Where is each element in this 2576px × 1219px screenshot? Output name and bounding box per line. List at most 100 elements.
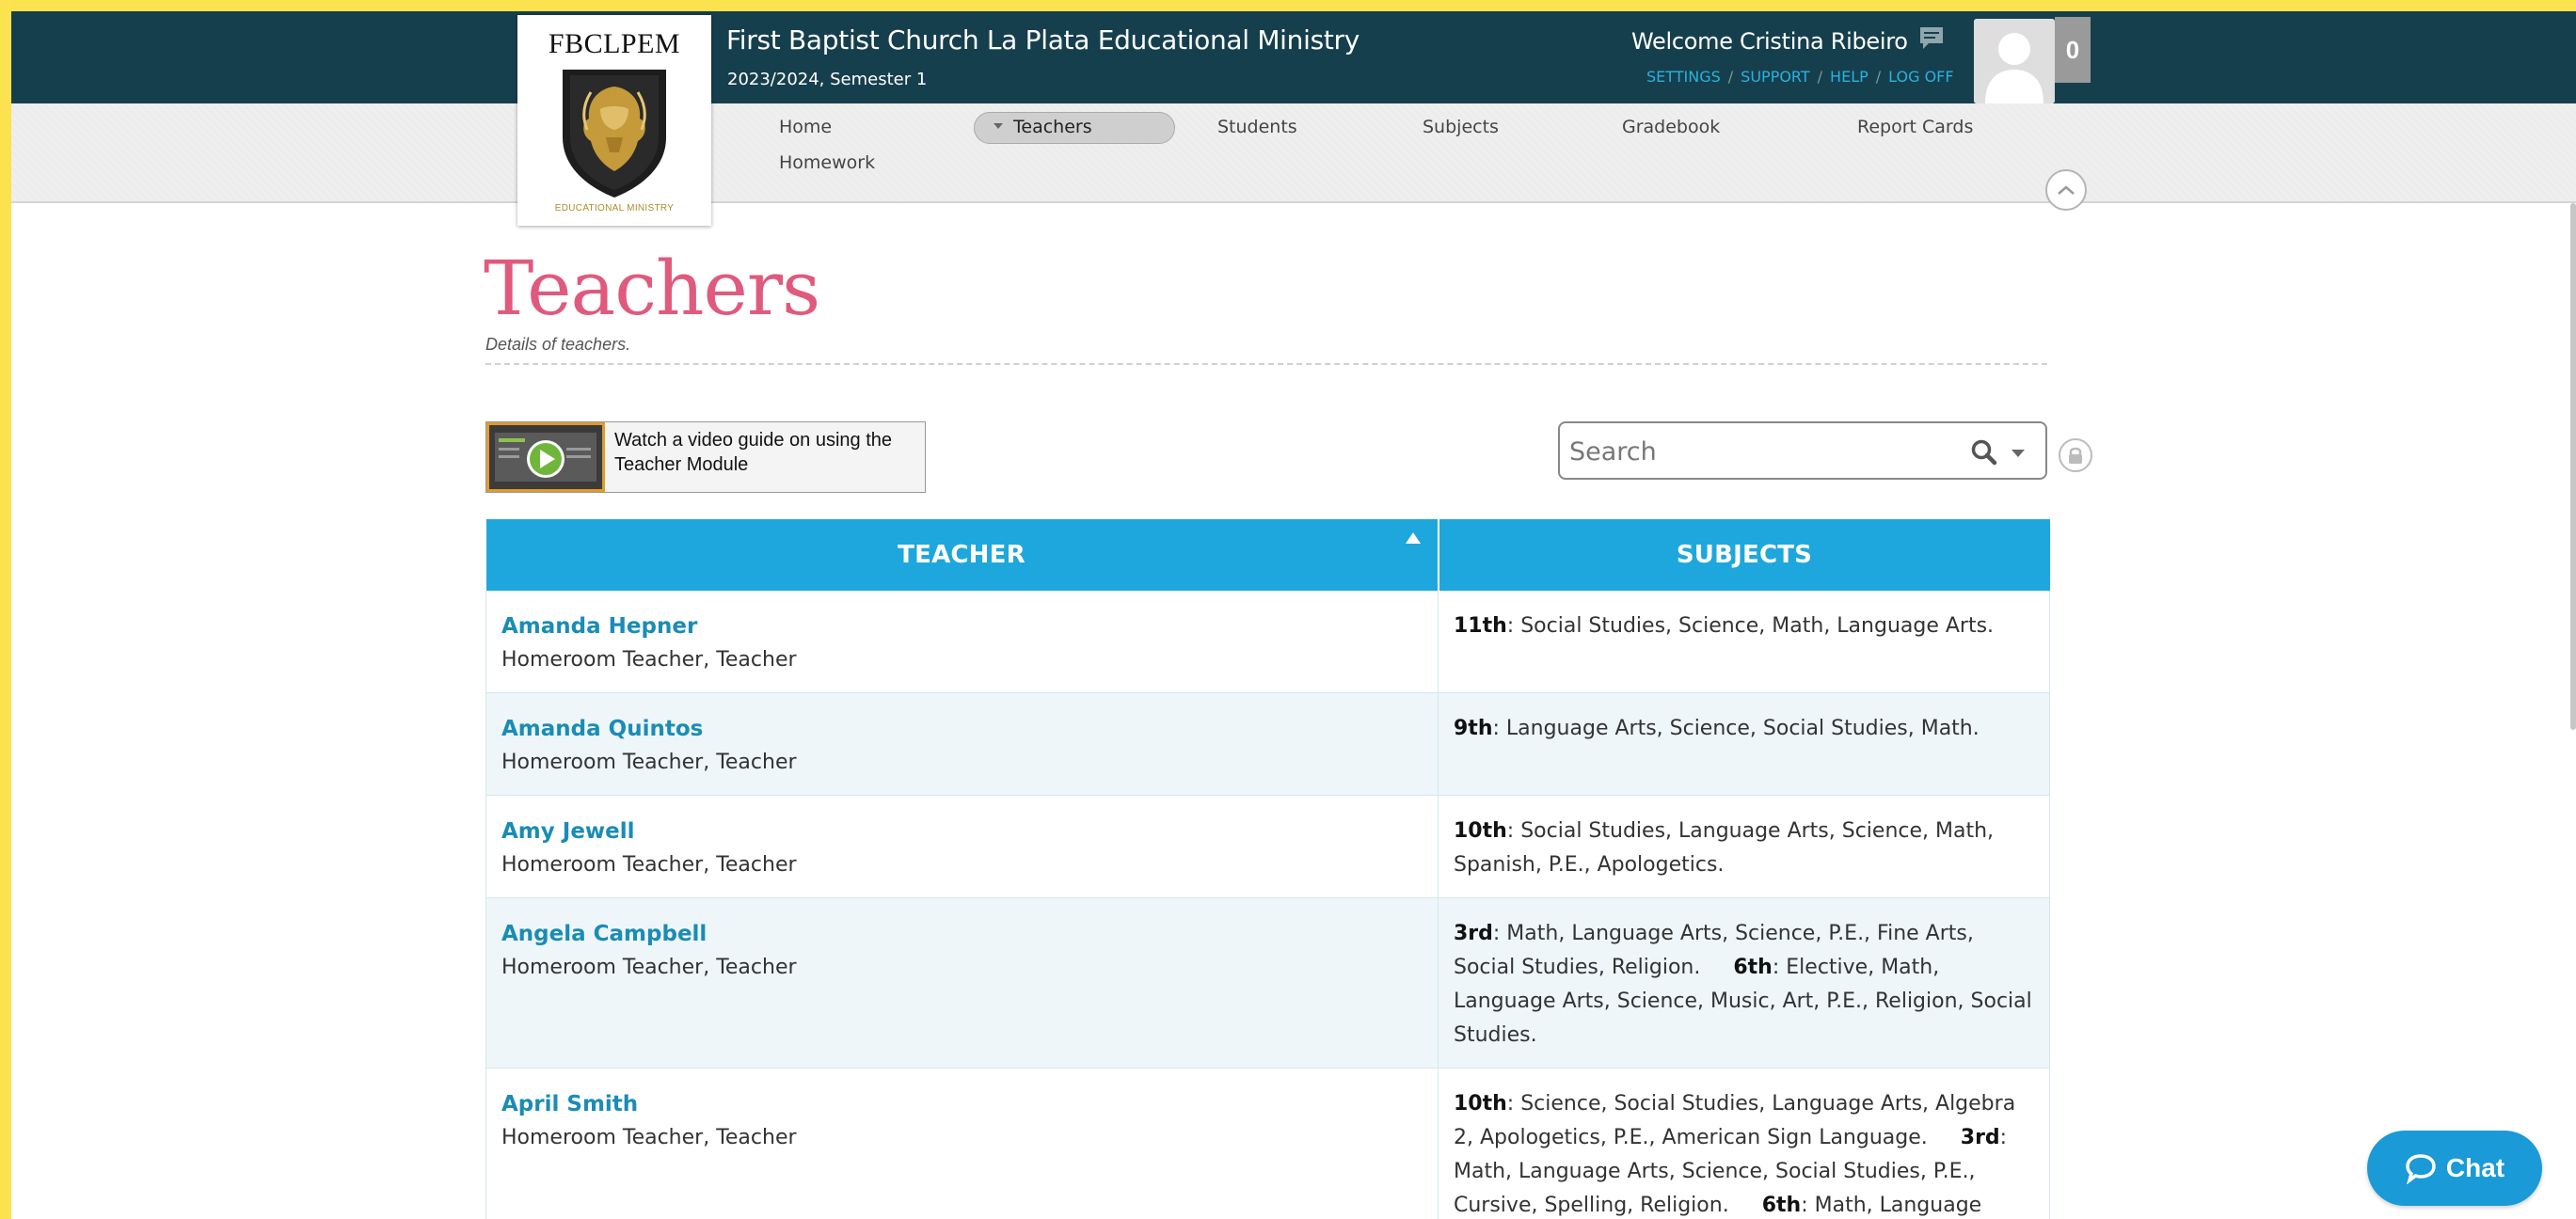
- logo-title: FBCLPEM: [548, 28, 681, 59]
- grade-label: 3rd: [1960, 1126, 2000, 1149]
- link-separator: /: [1875, 68, 1882, 86]
- nav-report-cards[interactable]: Report Cards: [1857, 117, 1973, 137]
- column-header-subjects[interactable]: SUBJECTS: [1438, 519, 2050, 591]
- teacher-cell: Amy Jewell Homeroom Teacher, Teacher: [485, 795, 1439, 898]
- table-header-row: TEACHER SUBJECTS: [485, 519, 2050, 591]
- teacher-name-link[interactable]: Angela Campbell: [501, 917, 1423, 951]
- teacher-name-link[interactable]: Amanda Hepner: [501, 610, 1423, 643]
- column-header-label: TEACHER: [898, 541, 1026, 569]
- teacher-cell: April Smith Homeroom Teacher, Teacher: [485, 1068, 1439, 1219]
- teacher-cell: Amanda Hepner Homeroom Teacher, Teacher: [485, 591, 1439, 693]
- column-header-label: SUBJECTS: [1676, 541, 1813, 569]
- teacher-role: Homeroom Teacher, Teacher: [501, 853, 797, 877]
- subjects-cell: 10th: Science, Social Studies, Language …: [1438, 1068, 2050, 1219]
- grade-subjects: 9th: Language Arts, Science, Social Stud…: [1454, 717, 1980, 740]
- subject-list: : Social Studies, Science, Math, Languag…: [1506, 614, 1995, 638]
- page-title: Teachers: [484, 245, 820, 332]
- grade-label: 9th: [1454, 717, 1493, 740]
- settings-link[interactable]: SETTINGS: [1646, 68, 1721, 86]
- notification-badge[interactable]: 0: [2055, 17, 2091, 83]
- grade-subjects: 10th: Science, Social Studies, Language …: [1454, 1092, 2015, 1149]
- video-guide-text: Watch a video guide on using the Teacher…: [605, 422, 906, 492]
- page-scrollbar[interactable]: [2570, 203, 2576, 730]
- grade-subjects: 11th: Social Studies, Science, Math, Lan…: [1454, 614, 1994, 638]
- chat-label: Chat: [2445, 1153, 2505, 1182]
- subjects-cell: 10th: Social Studies, Language Arts, Sci…: [1438, 795, 2050, 898]
- welcome-text: Welcome Cristina Ribeiro: [1631, 28, 1908, 55]
- video-guide-link[interactable]: Watch a video guide on using the Teacher…: [485, 421, 926, 493]
- video-thumbnail: [486, 422, 605, 492]
- play-video-icon: [489, 425, 602, 489]
- school-logo[interactable]: FBCLPEM EDUCATIONAL MINISTRY: [517, 15, 711, 226]
- help-link[interactable]: HELP: [1830, 68, 1868, 86]
- teacher-name-link[interactable]: April Smith: [501, 1087, 1423, 1121]
- user-links: SETTINGS / SUPPORT / HELP / LOG OFF: [1646, 68, 1954, 86]
- table-row: Amy Jewell Homeroom Teacher, Teacher 10t…: [485, 795, 2050, 898]
- subject-list: : Social Studies, Language Arts, Science…: [1454, 819, 1995, 877]
- lock-button[interactable]: [2059, 438, 2092, 472]
- grade-label: 3rd: [1454, 922, 1493, 945]
- support-link[interactable]: SUPPORT: [1741, 68, 1809, 86]
- chat-button[interactable]: Chat: [2367, 1131, 2542, 1206]
- avatar[interactable]: [1974, 19, 2055, 103]
- chevron-up-icon: [2058, 185, 2075, 195]
- search-icon[interactable]: [1970, 438, 1998, 467]
- top-bar: First Baptist Church La Plata Educationa…: [11, 11, 2576, 103]
- video-guide-line1: Watch a video guide on using the: [614, 430, 893, 451]
- table-row: Amanda Hepner Homeroom Teacher, Teacher …: [485, 591, 2050, 693]
- teacher-role: Homeroom Teacher, Teacher: [501, 956, 797, 979]
- lion-shield-icon: [563, 70, 666, 198]
- grade-label: 11th: [1454, 614, 1507, 638]
- table-row: Angela Campbell Homeroom Teacher, Teache…: [485, 897, 2050, 1069]
- search-box: [1558, 421, 2047, 480]
- teacher-name-link[interactable]: Amy Jewell: [501, 815, 1423, 848]
- grade-subjects: 10th: Social Studies, Language Arts, Sci…: [1454, 819, 1994, 877]
- teacher-name-link[interactable]: Amanda Quintos: [501, 712, 1423, 746]
- teacher-role: Homeroom Teacher, Teacher: [501, 751, 797, 774]
- subject-list: : Math, Language: [1801, 1194, 1982, 1217]
- subject-list: : Science, Social Studies, Language Arts…: [1454, 1092, 2016, 1149]
- nav-teachers[interactable]: Teachers: [1013, 117, 1092, 137]
- app-frame: First Baptist Church La Plata Educationa…: [11, 11, 2576, 1219]
- nav-home[interactable]: Home: [779, 117, 832, 137]
- grade-label: 6th: [1733, 956, 1773, 979]
- school-name: First Baptist Church La Plata Educationa…: [726, 24, 1360, 55]
- table-row: April Smith Homeroom Teacher, Teacher 10…: [485, 1068, 2050, 1219]
- teacher-role: Homeroom Teacher, Teacher: [501, 1126, 797, 1149]
- grade-label: 6th: [1761, 1194, 1802, 1217]
- column-header-teacher[interactable]: TEACHER: [485, 519, 1439, 591]
- log-off-link[interactable]: LOG OFF: [1888, 68, 1953, 86]
- grade-label: 10th: [1454, 1092, 1507, 1116]
- user-silhouette-icon: [1974, 19, 2055, 103]
- messages-icon[interactable]: [1917, 24, 1946, 57]
- title-divider: [485, 363, 2047, 365]
- collapse-nav-button[interactable]: [2045, 169, 2087, 211]
- teacher-cell: Angela Campbell Homeroom Teacher, Teache…: [485, 897, 1439, 1069]
- subjects-cell: 3rd: Math, Language Arts, Science, P.E.,…: [1438, 897, 2050, 1069]
- subject-list: : Language Arts, Science, Social Studies…: [1492, 717, 1980, 740]
- page-subtitle: Details of teachers.: [485, 335, 631, 354]
- grade-subjects: 6th: Math, Language: [1762, 1194, 1982, 1217]
- video-guide-line2: Teacher Module: [614, 454, 749, 475]
- search-input[interactable]: [1569, 433, 1946, 470]
- link-separator: /: [1727, 68, 1734, 86]
- caret-down-icon: [994, 123, 1003, 129]
- logo-subtitle: EDUCATIONAL MINISTRY: [554, 203, 675, 214]
- nav-students[interactable]: Students: [1217, 117, 1297, 137]
- teachers-table: TEACHER SUBJECTS Amanda Hepner Homeroom …: [485, 519, 2050, 1219]
- teacher-cell: Amanda Quintos Homeroom Teacher, Teacher: [485, 692, 1439, 796]
- link-separator: /: [1817, 68, 1823, 86]
- chat-bubble-icon: [2406, 1154, 2436, 1184]
- nav-gradebook[interactable]: Gradebook: [1622, 117, 1720, 137]
- nav-homework[interactable]: Homework: [779, 152, 875, 173]
- caret-down-icon[interactable]: [2010, 448, 2027, 459]
- nav-subjects[interactable]: Subjects: [1423, 117, 1499, 137]
- table-row: Amanda Quintos Homeroom Teacher, Teacher…: [485, 692, 2050, 796]
- subjects-cell: 9th: Language Arts, Science, Social Stud…: [1438, 692, 2050, 796]
- subjects-cell: 11th: Social Studies, Science, Math, Lan…: [1438, 591, 2050, 693]
- teacher-role: Homeroom Teacher, Teacher: [501, 648, 797, 672]
- grade-label: 10th: [1454, 819, 1507, 843]
- lock-icon: [2069, 447, 2082, 464]
- school-term: 2023/2024, Semester 1: [727, 70, 928, 89]
- sort-ascending-icon[interactable]: [1405, 532, 1421, 544]
